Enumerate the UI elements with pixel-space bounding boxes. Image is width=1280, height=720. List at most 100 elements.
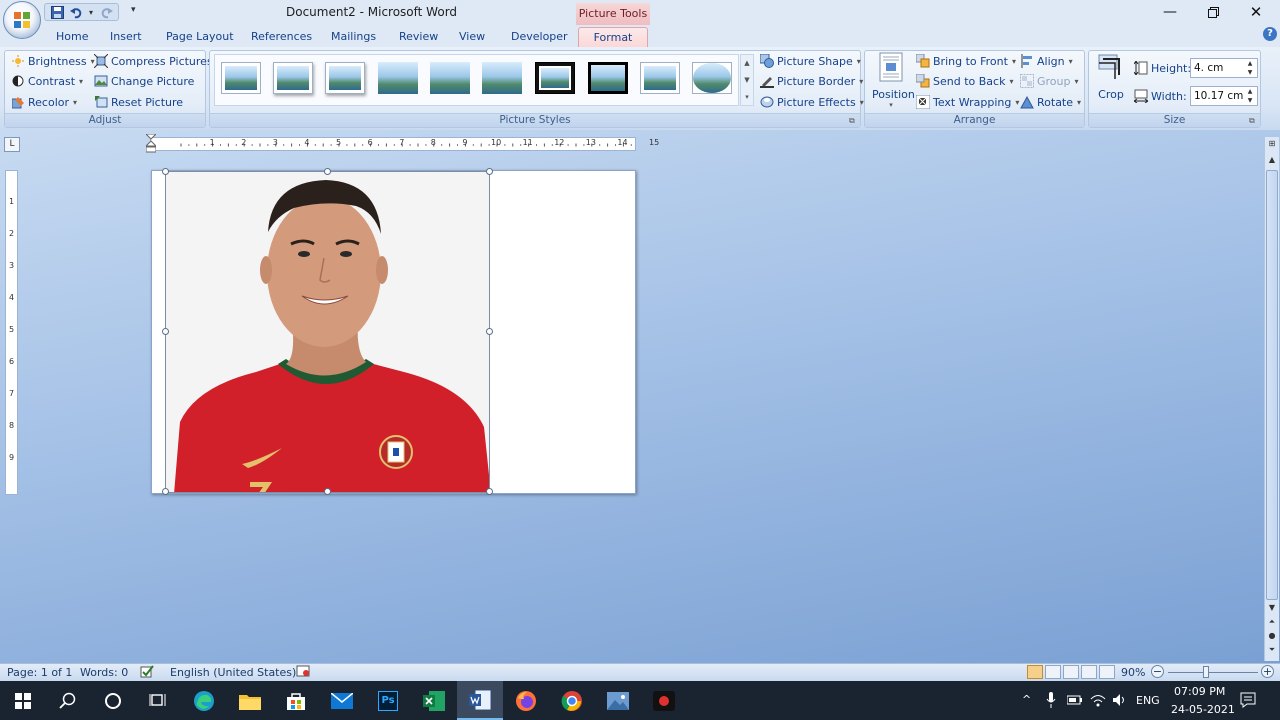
next-page-icon[interactable]: ⏷ (1266, 645, 1278, 657)
recolor-button[interactable]: Recolor ▾ (11, 95, 77, 109)
tab-view[interactable]: View (459, 30, 485, 43)
resize-handle-top-right[interactable] (486, 168, 493, 175)
redo-icon[interactable] (98, 4, 114, 20)
picture-style-10[interactable] (692, 62, 732, 94)
height-spinner[interactable]: ▲ ▼ (1243, 59, 1257, 77)
scroll-up-icon[interactable]: ▲ (1266, 155, 1278, 167)
horizontal-ruler[interactable]: 1 2 3 4 5 6 7 8 9 10 11 12 13 14 15 (150, 137, 659, 151)
picture-styles-launcher-icon[interactable]: ⧉ (849, 116, 855, 126)
page-count[interactable]: Page: 1 of 1 (7, 666, 72, 679)
picture-shape-button[interactable]: Picture Shape ▾ (760, 54, 861, 68)
picture-style-2[interactable] (273, 62, 313, 94)
resize-handle-bottom-left[interactable] (162, 488, 169, 495)
search-icon[interactable] (45, 681, 91, 720)
reset-picture-button[interactable]: Reset Picture (94, 95, 183, 109)
resize-handle-right[interactable] (486, 328, 493, 335)
customize-qat-icon[interactable]: ▾ (131, 5, 136, 15)
macro-record-icon[interactable] (296, 664, 310, 681)
microphone-icon[interactable] (1046, 692, 1056, 711)
battery-icon[interactable] (1066, 693, 1083, 710)
crop-button[interactable]: Crop (1094, 53, 1128, 105)
ruler-view-icon[interactable]: ⊞ (1266, 139, 1278, 151)
picture-border-button[interactable]: Picture Border ▾ (760, 74, 863, 88)
resize-handle-top[interactable] (324, 168, 331, 175)
vertical-scrollbar[interactable]: ⊞ ▲ ▼ ⏶ ● ⏷ (1264, 137, 1279, 661)
tab-home[interactable]: Home (56, 30, 88, 43)
undo-dropdown-icon[interactable]: ▾ (87, 4, 95, 20)
file-explorer-icon[interactable] (227, 681, 273, 720)
full-screen-reading-icon[interactable] (1045, 665, 1061, 679)
text-wrapping-button[interactable]: Text Wrapping ▾ (916, 95, 1019, 109)
word-count[interactable]: Words: 0 (80, 666, 128, 679)
gallery-scroll[interactable]: ▲ ▼ ▾ (740, 54, 754, 106)
task-view-icon[interactable] (135, 681, 181, 720)
wifi-icon[interactable] (1090, 693, 1106, 710)
cortana-icon[interactable] (90, 681, 136, 720)
brightness-button[interactable]: Brightness ▾ (11, 54, 95, 68)
input-language[interactable]: ENG (1136, 694, 1160, 707)
print-layout-icon[interactable] (1027, 665, 1043, 679)
start-icon[interactable] (0, 681, 46, 720)
outline-icon[interactable] (1081, 665, 1097, 679)
office-button[interactable] (3, 1, 41, 39)
help-icon[interactable]: ? (1263, 27, 1277, 41)
minimize-icon[interactable]: — (1150, 2, 1190, 22)
zoom-out-icon[interactable]: − (1151, 665, 1164, 678)
excel-icon[interactable] (411, 681, 457, 720)
tab-format[interactable]: Format (578, 27, 648, 47)
size-launcher-icon[interactable]: ⧉ (1249, 116, 1255, 126)
bring-to-front-button[interactable]: Bring to Front ▾ (916, 54, 1016, 68)
compress-pictures-button[interactable]: Compress Pictures (94, 54, 213, 68)
change-picture-button[interactable]: Change Picture (94, 74, 194, 88)
show-hidden-icons[interactable]: ^ (1022, 693, 1031, 706)
zoom-slider[interactable] (1168, 672, 1258, 673)
align-button[interactable]: Align ▾ (1020, 54, 1073, 68)
picture-style-1[interactable] (221, 62, 261, 94)
save-icon[interactable] (49, 4, 65, 20)
tab-developer[interactable]: Developer (511, 30, 568, 43)
picture-effects-button[interactable]: Picture Effects ▾ (760, 95, 864, 109)
undo-icon[interactable] (68, 4, 84, 20)
picture-style-7[interactable] (535, 62, 575, 94)
resize-handle-bottom-right[interactable] (486, 488, 493, 495)
draft-icon[interactable] (1099, 665, 1115, 679)
notifications-icon[interactable] (1240, 692, 1256, 711)
position-button[interactable]: Position ▾ (872, 52, 915, 110)
picture-style-8[interactable] (588, 62, 628, 94)
picture-style-9[interactable] (640, 62, 680, 94)
zoom-slider-thumb[interactable] (1203, 666, 1209, 678)
tab-selector-icon[interactable]: L (4, 137, 20, 152)
store-icon[interactable] (273, 681, 319, 720)
proofing-icon[interactable] (140, 664, 154, 681)
edge-icon[interactable] (181, 681, 227, 720)
resize-handle-top-left[interactable] (162, 168, 169, 175)
picture-style-6[interactable] (482, 62, 522, 94)
picture-style-4[interactable] (378, 62, 418, 94)
word-icon[interactable] (457, 681, 503, 720)
picture-style-5[interactable] (430, 62, 470, 94)
web-layout-icon[interactable] (1063, 665, 1079, 679)
tab-page-layout[interactable]: Page Layout (166, 30, 234, 43)
vertical-ruler[interactable]: 1 2 3 4 5 6 7 8 9 (5, 170, 18, 495)
scroll-thumb[interactable] (1266, 170, 1278, 600)
width-spinner[interactable]: ▲ ▼ (1243, 87, 1257, 105)
contrast-button[interactable]: Contrast ▾ (11, 74, 83, 88)
tab-review[interactable]: Review (399, 30, 438, 43)
language-status[interactable]: English (United States) (170, 666, 296, 679)
restore-icon[interactable] (1193, 2, 1233, 22)
volume-icon[interactable] (1112, 693, 1128, 710)
tab-insert[interactable]: Insert (110, 30, 142, 43)
resize-handle-bottom[interactable] (324, 488, 331, 495)
firefox-icon[interactable] (503, 681, 549, 720)
picture-style-3[interactable] (325, 62, 365, 94)
zoom-in-icon[interactable]: + (1261, 665, 1274, 678)
photoshop-icon[interactable]: Ps (365, 681, 411, 720)
recorder-icon[interactable] (641, 681, 687, 720)
send-to-back-button[interactable]: Send to Back ▾ (916, 74, 1013, 88)
tab-references[interactable]: References (251, 30, 312, 43)
previous-page-icon[interactable]: ⏶ (1266, 617, 1278, 629)
indent-marker-icon[interactable] (144, 133, 158, 154)
close-icon[interactable]: ✕ (1236, 2, 1276, 22)
photos-icon[interactable] (595, 681, 641, 720)
zoom-level[interactable]: 90% (1121, 666, 1145, 679)
